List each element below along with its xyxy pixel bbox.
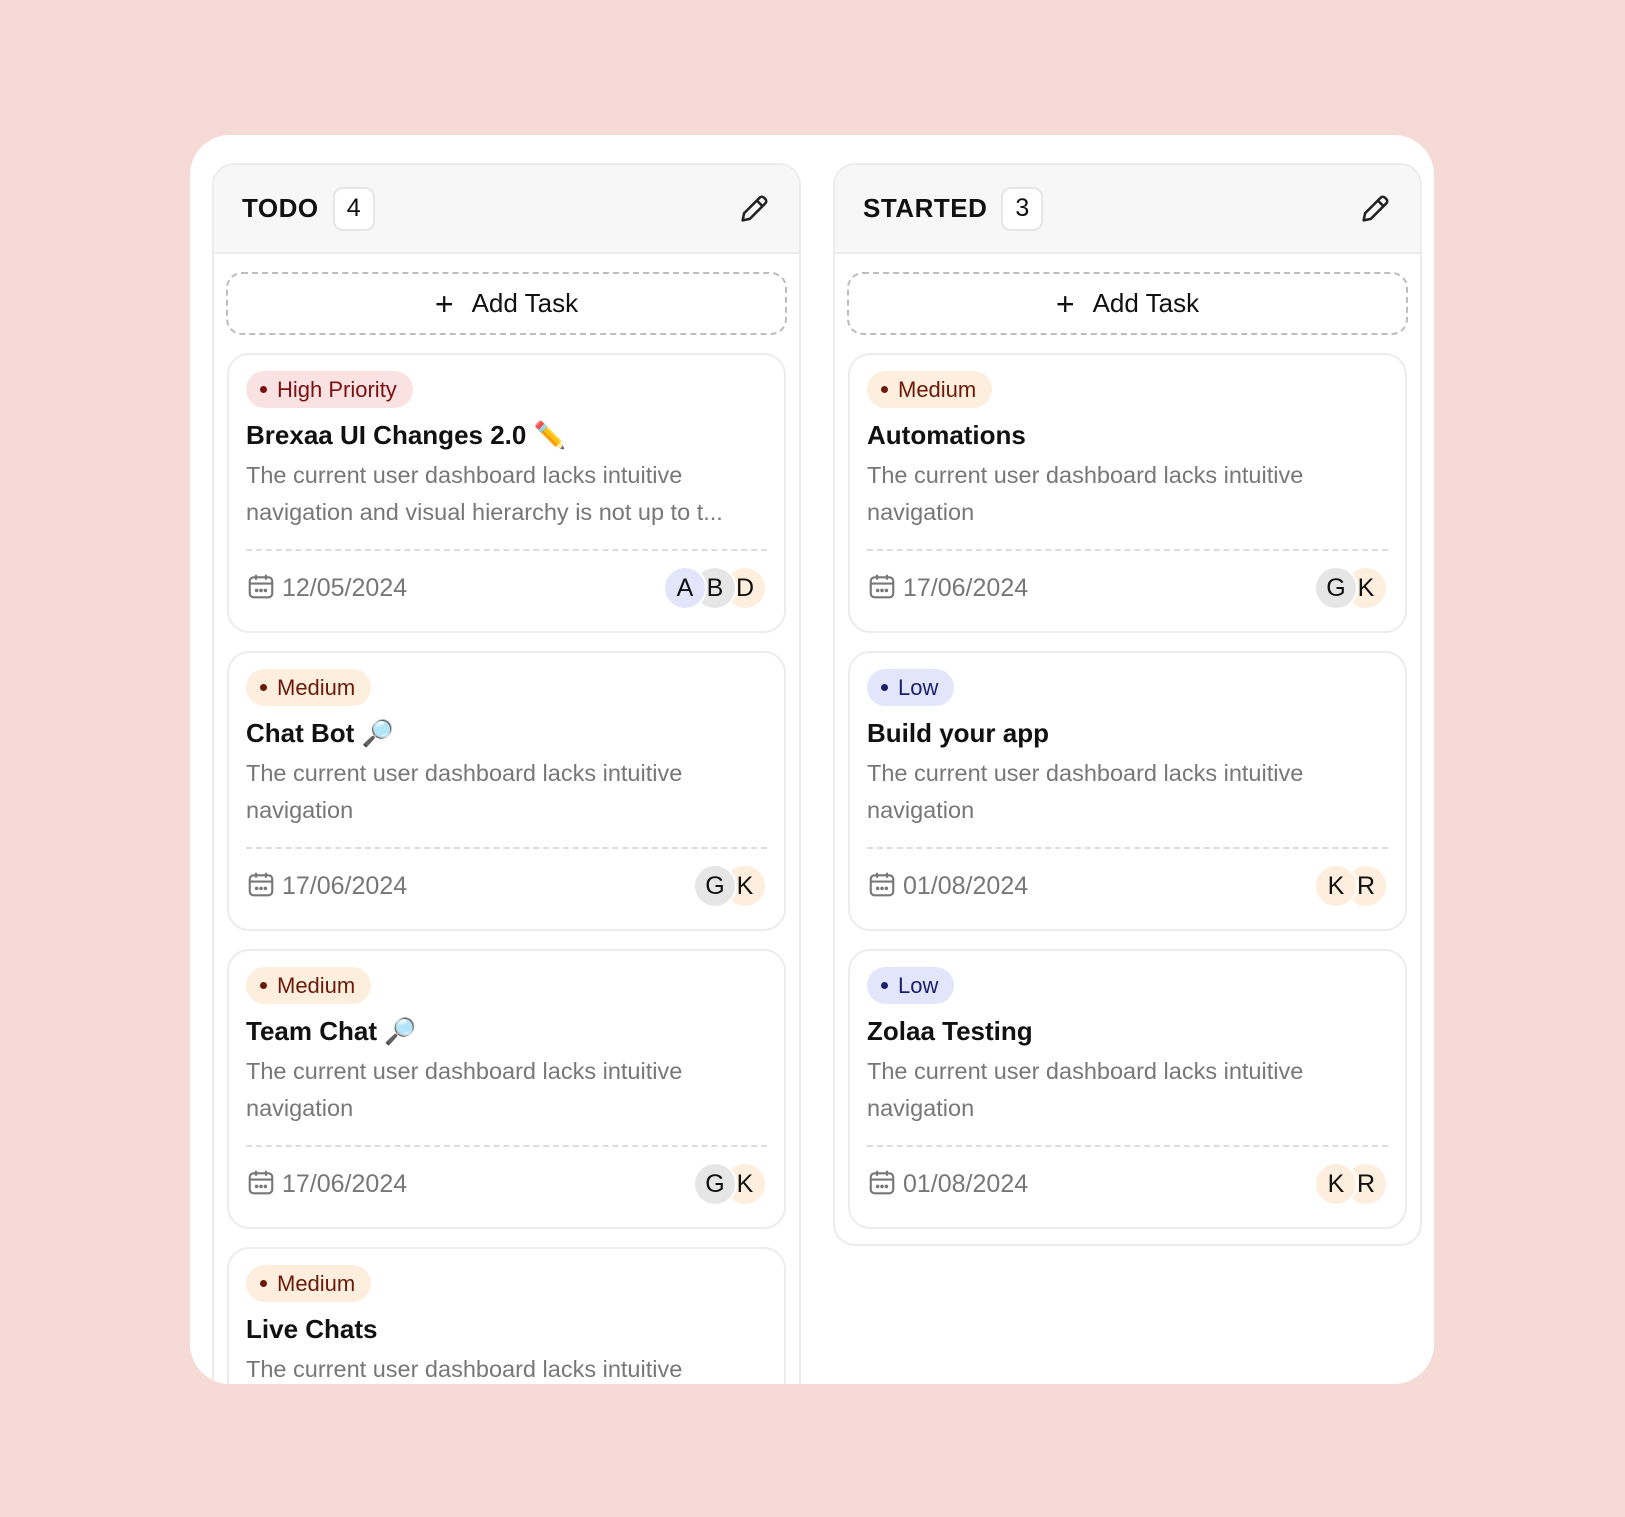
column-todo: TODO 4 + Add Task High Priority Brexaa UI…: [212, 163, 801, 1384]
task-description: The current user dashboard lacks intuiti…: [246, 760, 683, 823]
add-task-button[interactable]: + Add Task: [847, 272, 1408, 335]
kanban-board: TODO 4 + Add Task High Priority Brexaa UI…: [190, 135, 1434, 1384]
due-date: 17/06/2024: [282, 871, 408, 900]
dot-icon: [881, 386, 888, 393]
column-started: STARTED 3 + Add Task Medium Automations T…: [833, 163, 1422, 1246]
task-title: Brexaa UI Changes 2.0 ✏️: [246, 420, 566, 450]
task-description: The current user dashboard lacks intuiti…: [867, 462, 1304, 525]
add-task-label: Add Task: [471, 288, 579, 318]
add-task-button[interactable]: + Add Task: [226, 272, 787, 335]
column-title: STARTED: [863, 193, 988, 223]
card-footer: 12/05/2024 ABD: [246, 551, 767, 625]
due-date: 17/06/2024: [903, 573, 1029, 602]
priority-label: Medium: [898, 376, 977, 402]
priority-badge: High Priority: [246, 371, 413, 408]
priority-badge: Medium: [246, 1265, 372, 1302]
task-description: The current user dashboard lacks intuiti…: [867, 1058, 1304, 1121]
plus-icon: +: [434, 285, 454, 322]
assignee-avatars: GK: [1314, 566, 1388, 610]
task-description: The current user dashboard lacks intuiti…: [246, 1058, 683, 1121]
priority-label: High Priority: [277, 376, 397, 402]
dot-icon: [260, 1280, 267, 1287]
priority-label: Medium: [277, 1270, 356, 1296]
calendar-icon: [246, 869, 276, 904]
card-footer: 17/06/2024 GK: [246, 1147, 767, 1221]
avatar[interactable]: G: [1314, 566, 1358, 610]
avatar[interactable]: G: [693, 1162, 737, 1206]
plus-icon: +: [1055, 285, 1075, 322]
priority-label: Low: [898, 674, 939, 700]
assignee-avatars: ABD: [663, 566, 767, 610]
dot-icon: [881, 684, 888, 691]
task-card[interactable]: Medium Chat Bot 🔎 The current user dashb…: [227, 651, 786, 931]
task-count-badge: 3: [1001, 186, 1044, 231]
priority-label: Low: [898, 972, 939, 998]
avatar[interactable]: G: [693, 864, 737, 908]
task-card[interactable]: High Priority Brexaa UI Changes 2.0 ✏️ T…: [227, 353, 786, 633]
task-description: The current user dashboard lacks intuiti…: [246, 1356, 683, 1382]
due-date: 12/05/2024: [282, 573, 408, 602]
column-header: TODO 4: [214, 165, 799, 254]
column-header: STARTED 3: [835, 165, 1420, 254]
add-task-label: Add Task: [1092, 288, 1200, 318]
priority-badge: Medium: [246, 669, 372, 706]
due-date: 01/08/2024: [903, 1169, 1029, 1198]
assignee-avatars: KR: [1314, 1162, 1388, 1206]
dot-icon: [881, 982, 888, 989]
priority-label: Medium: [277, 674, 356, 700]
calendar-icon: [246, 1167, 276, 1202]
task-title: Chat Bot 🔎: [246, 718, 394, 748]
task-title: Zolaa Testing: [867, 1016, 1033, 1046]
card-footer: 01/08/2024 KR: [867, 849, 1388, 923]
calendar-icon: [867, 869, 897, 904]
task-title: Automations: [867, 420, 1026, 450]
column-title: TODO: [242, 193, 319, 223]
dot-icon: [260, 982, 267, 989]
card-footer: 01/08/2024 KR: [867, 1147, 1388, 1221]
task-description: The current user dashboard lacks intuiti…: [246, 462, 723, 525]
due-date: 17/06/2024: [282, 1169, 408, 1198]
task-count-badge: 4: [332, 186, 375, 231]
assignee-avatars: KR: [1314, 864, 1388, 908]
avatar[interactable]: K: [1314, 1162, 1358, 1206]
assignee-avatars: GK: [693, 864, 767, 908]
due-date: 01/08/2024: [903, 871, 1029, 900]
task-card[interactable]: Low Build your app The current user dash…: [848, 651, 1407, 931]
task-description: The current user dashboard lacks intuiti…: [867, 760, 1304, 823]
calendar-icon: [246, 571, 276, 606]
task-card[interactable]: Medium Automations The current user dash…: [848, 353, 1407, 633]
dot-icon: [260, 684, 267, 691]
assignee-avatars: GK: [693, 1162, 767, 1206]
calendar-icon: [867, 571, 897, 606]
avatar[interactable]: K: [1314, 864, 1358, 908]
task-title: Team Chat 🔎: [246, 1016, 417, 1046]
task-card[interactable]: Medium Live Chats The current user dashb…: [227, 1247, 786, 1384]
priority-badge: Medium: [246, 967, 372, 1004]
dot-icon: [260, 386, 267, 393]
priority-badge: Low: [867, 967, 955, 1004]
task-title: Build your app: [867, 718, 1049, 748]
task-card[interactable]: Low Zolaa Testing The current user dashb…: [848, 949, 1407, 1229]
priority-badge: Low: [867, 669, 955, 706]
calendar-icon: [867, 1167, 897, 1202]
card-footer: 17/06/2024 GK: [246, 849, 767, 923]
edit-pencil-icon[interactable]: [1358, 192, 1392, 226]
avatar[interactable]: A: [663, 566, 707, 610]
priority-badge: Medium: [867, 371, 993, 408]
task-title: Live Chats: [246, 1314, 378, 1344]
card-footer: 17/06/2024 GK: [867, 551, 1388, 625]
edit-pencil-icon[interactable]: [737, 192, 771, 226]
task-card[interactable]: Medium Team Chat 🔎 The current user dash…: [227, 949, 786, 1229]
priority-label: Medium: [277, 972, 356, 998]
